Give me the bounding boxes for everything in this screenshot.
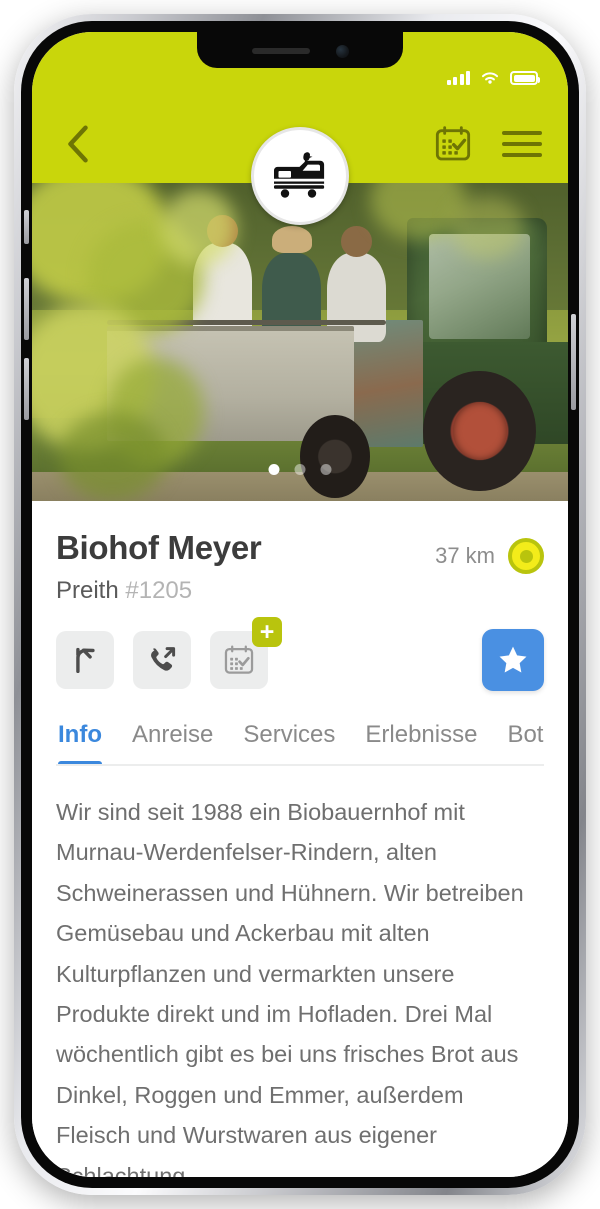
carousel-dots [268, 464, 332, 475]
page-title: Biohof Meyer [56, 529, 262, 566]
front-camera-icon [335, 44, 349, 58]
call-button[interactable] [133, 631, 191, 689]
volume-down-button[interactable] [24, 358, 29, 420]
tab-services[interactable]: Services [243, 721, 335, 764]
hamburger-menu-icon[interactable] [502, 131, 542, 157]
star-icon [499, 646, 527, 673]
tab-erlebnisse[interactable]: Erlebnisse [365, 721, 477, 764]
venue-subtitle: Preith #1205 [56, 577, 261, 605]
venue-title-row: Biohof Meyer Preith #1205 37 km [56, 531, 544, 605]
distance-group: 37 km [435, 531, 544, 574]
header-actions [432, 123, 542, 165]
hero-photo [32, 183, 568, 501]
camper-van-with-chicken-logo[interactable] [251, 127, 349, 225]
hero-image-carousel[interactable] [32, 183, 568, 501]
tab-info[interactable]: Info [58, 721, 102, 764]
status-bar [446, 70, 540, 86]
tab-anreise[interactable]: Anreise [132, 721, 213, 764]
volume-up-button[interactable] [24, 278, 29, 340]
earpiece-speaker [251, 48, 310, 54]
directions-button[interactable] [56, 631, 114, 689]
action-button-row: + [56, 617, 544, 691]
power-button[interactable] [571, 314, 576, 410]
tab-bar: Info Anreise Services Erlebnisse Bot [56, 721, 544, 766]
venue-description: Wir sind seit 1988 ein Biobauernhof mit … [56, 799, 524, 1177]
back-button[interactable] [58, 124, 98, 164]
calendar-check-icon[interactable] [432, 123, 474, 165]
mute-switch[interactable] [24, 210, 29, 244]
venue-id: #1205 [125, 577, 193, 604]
phone-frame: Biohof Meyer Preith #1205 37 km + Info A… [14, 14, 586, 1195]
distance-label: 37 km [435, 543, 495, 568]
venue-town: Preith [56, 577, 119, 604]
carousel-dot-1[interactable] [268, 464, 280, 475]
carousel-dot-3[interactable] [320, 464, 332, 475]
venue-info-card: Biohof Meyer Preith #1205 37 km + Info A… [32, 501, 568, 1177]
signal-bars-icon [446, 71, 470, 85]
tab-bot[interactable]: Bot [507, 721, 543, 764]
add-badge[interactable]: + [252, 617, 282, 647]
venue-identity: Biohof Meyer Preith #1205 [56, 529, 262, 605]
carousel-dot-2[interactable] [294, 464, 306, 475]
battery-full-icon [510, 71, 540, 85]
booking-button[interactable]: + [210, 617, 282, 689]
availability-dot-icon [508, 538, 544, 574]
phone-bezel: Biohof Meyer Preith #1205 37 km + Info A… [21, 21, 579, 1188]
notch [197, 32, 403, 68]
wifi-icon [481, 72, 499, 84]
phone-screen: Biohof Meyer Preith #1205 37 km + Info A… [32, 32, 568, 1177]
favorite-button[interactable] [482, 629, 544, 691]
